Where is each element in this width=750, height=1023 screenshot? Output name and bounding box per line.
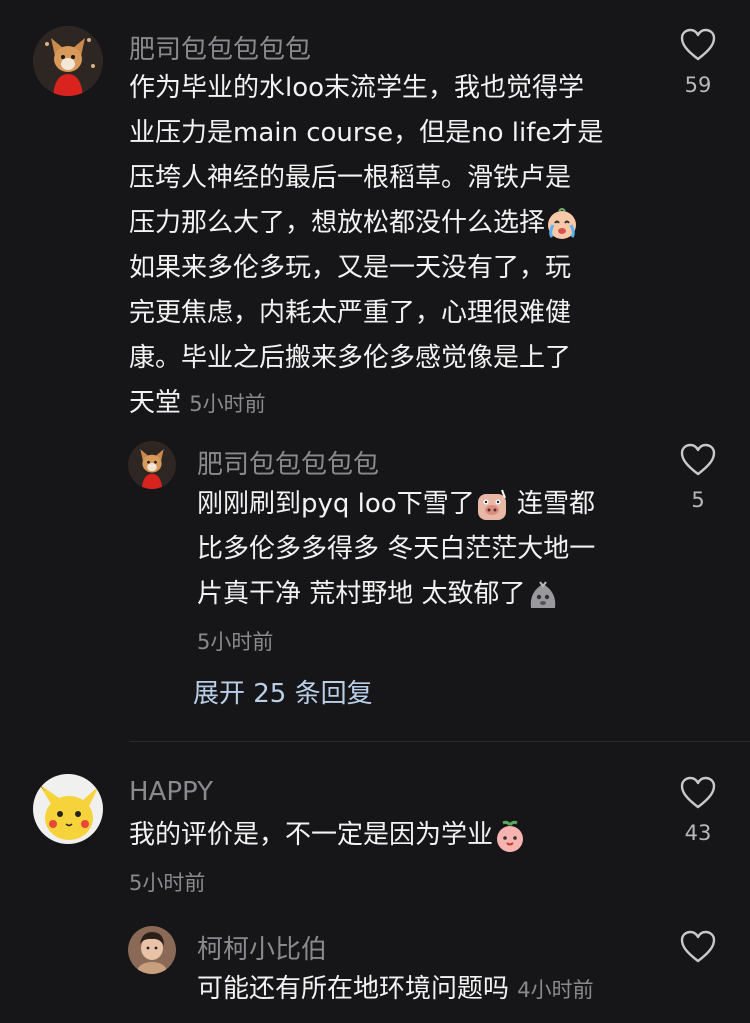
avatar-corgi[interactable] bbox=[128, 441, 176, 489]
heart-outline-icon bbox=[680, 930, 716, 963]
comment-username[interactable]: HAPPY bbox=[129, 777, 213, 807]
like-count: 43 bbox=[684, 821, 712, 845]
expand-replies-button[interactable]: 展开 25 条回复 bbox=[193, 673, 373, 710]
comment-line: 业压力是main course，但是no life才是 bbox=[129, 118, 604, 148]
comment-line: 完更焦虑，内耗太严重了，心理很难健 bbox=[129, 298, 572, 328]
like-button[interactable]: 5 bbox=[668, 443, 728, 512]
pig-emoji-icon bbox=[475, 488, 509, 522]
comment-time: 5小时前 bbox=[129, 871, 206, 895]
comment-username[interactable]: 肥司包包包包包 bbox=[129, 29, 311, 66]
crying-emoji-icon bbox=[545, 207, 579, 241]
reply-text: 刚刚刷到pyq loo下雪了 连雪都 比多伦多多得多 冬天白茫茫大地一 片真干净… bbox=[197, 482, 657, 665]
comment-line: 如果来多伦多玩，又是一天没有了，玩 bbox=[129, 253, 572, 283]
comment-line: 康。毕业之后搬来多伦多感觉像是上了 bbox=[129, 343, 572, 373]
avatar-user[interactable] bbox=[128, 926, 176, 974]
comment-line: 我的评价是，不一定是因为学业 bbox=[129, 813, 649, 858]
heart-outline-icon bbox=[680, 443, 716, 476]
reply-line: 可能还有所在地环境问题吗 4小时前 bbox=[197, 974, 594, 1004]
like-count: 59 bbox=[684, 73, 712, 97]
comment-line: 作为毕业的水loo末流学生，我也觉得学 bbox=[129, 73, 585, 103]
peach-emoji-icon bbox=[493, 819, 527, 853]
divider bbox=[129, 741, 750, 742]
like-button[interactable]: 43 bbox=[668, 776, 728, 845]
comment-line: 压力那么大了，想放松都没什么选择 bbox=[129, 201, 649, 246]
reply-line: 片真干净 荒村野地 太致郁了 bbox=[197, 572, 657, 617]
reply-time: 4小时前 bbox=[517, 978, 594, 1002]
avatar-pikachu[interactable] bbox=[33, 774, 103, 844]
heart-outline-icon bbox=[680, 776, 716, 809]
comment-line: 天堂 5小时前 bbox=[129, 388, 266, 418]
comment-line: 压垮人神经的最后一根稻草。滑铁卢是 bbox=[129, 163, 572, 193]
like-count: 5 bbox=[691, 488, 705, 512]
comment-text: 我的评价是，不一定是因为学业 5小时前 bbox=[129, 813, 649, 906]
reply-username[interactable]: 柯柯小比伯 bbox=[197, 929, 327, 966]
heart-outline-icon bbox=[680, 28, 716, 61]
rock-emoji-icon bbox=[526, 578, 560, 612]
reply-username[interactable]: 肥司包包包包包 bbox=[197, 444, 379, 481]
comment-text: 作为毕业的水loo末流学生，我也觉得学 业压力是main course，但是no… bbox=[129, 66, 649, 427]
reply-line: 刚刚刷到pyq loo下雪了 连雪都 bbox=[197, 482, 657, 527]
like-button[interactable]: 59 bbox=[668, 28, 728, 97]
reply-line: 比多伦多多得多 冬天白茫茫大地一 bbox=[197, 534, 596, 564]
reply-time: 5小时前 bbox=[197, 630, 274, 654]
like-button[interactable] bbox=[668, 930, 728, 964]
reply-text: 可能还有所在地环境问题吗 4小时前 bbox=[197, 967, 657, 1013]
avatar-corgi[interactable] bbox=[33, 26, 103, 96]
comment-time: 5小时前 bbox=[189, 392, 266, 416]
